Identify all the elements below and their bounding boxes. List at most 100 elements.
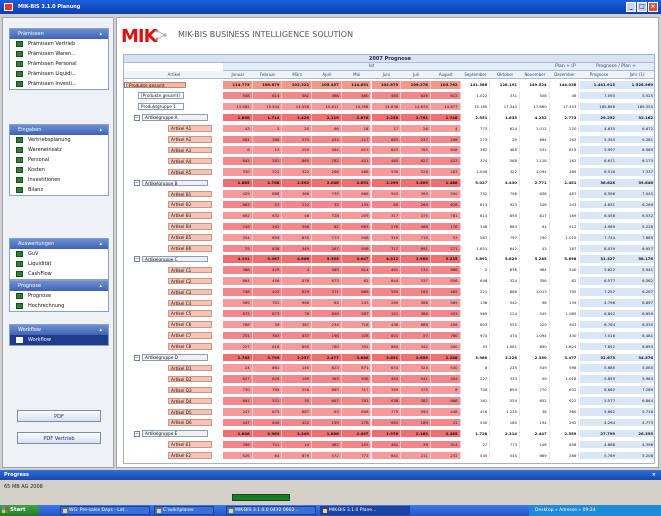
value-cell[interactable]: 844: [371, 277, 402, 285]
value-cell[interactable]: 25: [223, 244, 253, 253]
table-row[interactable]: Artikel D4 692 531 35 667 781 638 382 686 161 554 6…: [124, 397, 654, 405]
value-cell[interactable]: 658: [312, 309, 342, 318]
value-cell[interactable]: 5.829: [490, 255, 520, 263]
sidebar-item[interactable]: Kosten: [10, 165, 108, 175]
value-cell[interactable]: 209: [341, 211, 372, 220]
value-cell[interactable]: 429: [252, 266, 283, 274]
value-cell[interactable]: 199: [282, 375, 313, 383]
value-cell[interactable]: 57: [401, 331, 431, 340]
value-cell[interactable]: 528: [520, 200, 550, 209]
value-cell[interactable]: 829: [282, 288, 313, 296]
value-cell[interactable]: 6.362: [618, 277, 654, 285]
value-cell[interactable]: 624: [490, 124, 520, 133]
value-cell[interactable]: 2.314: [490, 429, 520, 438]
table-row[interactable]: Artikel D6 447 646 422 159 278 663 189 21 540 185 1…: [124, 418, 654, 427]
value-cell[interactable]: 375: [401, 211, 431, 220]
value-cell[interactable]: 663: [371, 135, 402, 144]
value-cell[interactable]: 838: [252, 244, 283, 253]
value-cell[interactable]: 1.824: [549, 342, 580, 351]
value-cell[interactable]: 167: [460, 146, 491, 154]
value-cell[interactable]: 2.773: [549, 113, 580, 122]
value-cell[interactable]: 785: [252, 386, 283, 394]
value-cell[interactable]: 6.560: [618, 146, 654, 154]
value-cell[interactable]: 328: [341, 331, 372, 340]
value-cell[interactable]: 2.963: [252, 429, 283, 438]
value-cell[interactable]: 648: [460, 277, 491, 285]
start-button[interactable]: Start: [0, 505, 40, 516]
value-cell[interactable]: 814: [460, 211, 491, 220]
value-cell[interactable]: 243: [341, 299, 372, 307]
value-cell[interactable]: 4.969: [580, 222, 618, 231]
table-row[interactable]: Artikel D1 24 861 145 823 871 634 324 540 8 225 549…: [124, 364, 654, 372]
value-cell[interactable]: 587: [341, 309, 372, 318]
value-cell[interactable]: 386: [252, 135, 283, 144]
value-cell[interactable]: 422: [282, 168, 313, 176]
value-cell[interactable]: 324: [490, 277, 520, 285]
close-icon[interactable]: ×: [648, 2, 658, 12]
taskbar-item[interactable]: C:\wiki\planer: [154, 506, 214, 515]
value-cell[interactable]: 352: [341, 342, 372, 351]
value-cell[interactable]: 136: [460, 299, 491, 307]
value-cell[interactable]: 771: [341, 451, 372, 460]
value-cell[interactable]: 508: [520, 91, 550, 100]
value-cell[interactable]: 540: [430, 364, 461, 372]
value-cell[interactable]: 465: [371, 157, 402, 165]
value-cell[interactable]: 8.897: [618, 299, 654, 307]
value-cell[interactable]: 464: [371, 375, 402, 383]
value-cell[interactable]: 6.577: [580, 277, 618, 285]
value-cell[interactable]: 76: [282, 309, 313, 318]
value-cell[interactable]: 421: [341, 157, 372, 165]
value-cell[interactable]: 2.350: [520, 353, 550, 362]
value-cell[interactable]: 5.716: [618, 408, 654, 416]
table-row[interactable]: −Produkte gesamt114.775108.879102.322105…: [124, 81, 654, 89]
value-cell[interactable]: 775: [371, 408, 402, 416]
value-cell[interactable]: 448: [430, 408, 461, 416]
value-cell[interactable]: 943: [549, 320, 580, 329]
value-cell[interactable]: 15.185: [460, 102, 491, 111]
value-cell[interactable]: 14.638: [371, 102, 402, 111]
value-cell[interactable]: 622: [549, 397, 580, 405]
value-cell[interactable]: 522: [430, 157, 461, 165]
value-cell[interactable]: 568: [490, 157, 520, 165]
value-cell[interactable]: 14.674: [401, 102, 431, 111]
value-cell[interactable]: 149.524: [520, 81, 550, 89]
table-row[interactable]: Artikel C1 388 429 4 589 614 491 135 868 2 836 964 5…: [124, 266, 654, 274]
value-cell[interactable]: 6.267: [618, 288, 654, 296]
table-row[interactable]: Artikel E1 396 751 14 482 255 461 39 314 27 773 146…: [124, 440, 654, 449]
value-cell[interactable]: 780: [312, 342, 342, 351]
column-header[interactable]: Prognose: [580, 71, 618, 79]
value-cell[interactable]: 196: [312, 331, 342, 340]
collapse-icon[interactable]: −: [134, 114, 140, 121]
value-cell[interactable]: 418: [460, 408, 491, 416]
value-cell[interactable]: 5.285: [520, 255, 550, 263]
value-cell[interactable]: 2.551: [460, 113, 491, 122]
value-cell[interactable]: 36.628: [580, 179, 618, 187]
value-cell[interactable]: 227: [460, 375, 491, 383]
value-cell[interactable]: 453: [430, 309, 461, 318]
value-cell[interactable]: 790: [520, 233, 550, 242]
column-header[interactable]: September: [461, 71, 491, 79]
value-cell[interactable]: 2.989: [401, 255, 431, 263]
value-cell[interactable]: 969: [460, 309, 491, 318]
value-cell[interactable]: 1.235: [490, 408, 520, 416]
value-cell[interactable]: 2.288: [430, 353, 461, 362]
value-cell[interactable]: 6.269: [618, 200, 654, 209]
column-header[interactable]: Dezember: [550, 71, 580, 79]
value-cell[interactable]: 29.252: [580, 113, 618, 122]
value-cell[interactable]: 135: [401, 266, 431, 274]
value-cell[interactable]: 399: [371, 386, 402, 394]
value-cell[interactable]: 558: [282, 386, 313, 394]
value-cell[interactable]: 185.898: [580, 102, 618, 111]
value-cell[interactable]: 669: [520, 451, 550, 460]
value-cell[interactable]: 185: [490, 418, 520, 427]
value-cell[interactable]: 396: [223, 440, 253, 449]
value-cell[interactable]: 275: [282, 135, 313, 144]
sidebar-item[interactable]: Hochrechnung: [10, 301, 108, 311]
value-cell[interactable]: 598: [341, 233, 372, 242]
table-row[interactable]: Artikel B1 429 888 366 735 666 543 363 500 752 798…: [124, 190, 654, 198]
value-cell[interactable]: 456: [252, 277, 283, 285]
value-cell[interactable]: 3.980: [460, 353, 491, 362]
value-cell[interactable]: 6.864: [618, 397, 654, 405]
value-cell[interactable]: 220: [549, 124, 580, 133]
value-cell[interactable]: 1.646: [223, 429, 253, 438]
